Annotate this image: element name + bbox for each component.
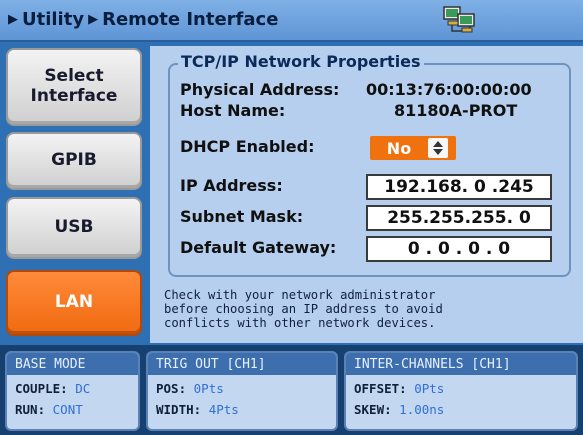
- base-mode-title: BASE MODE: [7, 353, 138, 375]
- couple-value: DC: [75, 381, 91, 396]
- dhcp-selector[interactable]: No: [370, 136, 456, 160]
- dhcp-value: No: [386, 138, 412, 158]
- couple-label: COUPLE:: [15, 381, 68, 396]
- group-title: TCP/IP Network Properties: [178, 52, 424, 71]
- help-note: Check with your network administrator be…: [164, 288, 576, 330]
- width-row: WIDTH: 4Pts: [148, 402, 336, 417]
- offset-value: 0Pts: [414, 381, 445, 396]
- default-gateway-label: Default Gateway:: [180, 238, 337, 257]
- host-name-label: Host Name:: [180, 101, 286, 120]
- gpib-button[interactable]: GPIB: [6, 132, 142, 190]
- help-note-line2: before choosing an IP address to avoid: [164, 302, 443, 316]
- trig-out-title: TRIG OUT [CH1]: [148, 353, 336, 375]
- triangle-right-icon: ▶: [88, 12, 99, 27]
- subnet-mask-label: Subnet Mask:: [180, 207, 304, 226]
- breadcrumb-item-utility[interactable]: Utility: [22, 9, 84, 30]
- width-label: WIDTH:: [156, 402, 202, 417]
- up-down-arrows-icon[interactable]: [428, 138, 448, 158]
- trig-out-box[interactable]: TRIG OUT [CH1] POS: 0Pts WIDTH: 4Pts: [146, 351, 338, 431]
- host-name-value: 81180A-PROT: [394, 101, 518, 120]
- physical-address-value: 00:13:76:00:00:00: [366, 80, 532, 99]
- inter-channels-title: INTER-CHANNELS [CH1]: [346, 353, 576, 375]
- help-note-line3: conflicts with other network devices.: [164, 316, 436, 330]
- help-note-line1: Check with your network administrator: [164, 288, 436, 302]
- physical-address-label: Physical Address:: [180, 80, 340, 99]
- offset-label: OFFSET:: [354, 381, 407, 396]
- select-interface-label-line1: Select: [44, 66, 104, 87]
- run-label: RUN:: [15, 402, 46, 417]
- select-interface-label-line2: Interface: [30, 86, 118, 106]
- dhcp-label: DHCP Enabled:: [180, 137, 315, 156]
- skew-value: 1.00ns: [399, 402, 445, 417]
- triangle-right-icon: ▶: [8, 12, 18, 27]
- usb-label: USB: [54, 217, 94, 238]
- run-row: RUN: CONT: [7, 402, 138, 417]
- default-gateway-field[interactable]: 0 . 0 . 0 . 0: [366, 236, 552, 262]
- inter-channels-box[interactable]: INTER-CHANNELS [CH1] OFFSET: 0Pts SKEW: …: [344, 351, 578, 431]
- width-value: 4Pts: [208, 402, 239, 417]
- title-bar: ▶ Utility ▶ Remote Interface: [0, 0, 583, 42]
- lan-button[interactable]: LAN: [6, 270, 142, 336]
- breadcrumb-item-remote-interface: Remote Interface: [102, 9, 279, 30]
- pos-row: POS: 0Pts: [148, 381, 336, 396]
- pos-value: 0Pts: [193, 381, 224, 396]
- breadcrumb: ▶ Utility ▶ Remote Interface: [8, 9, 278, 30]
- gpib-label: GPIB: [51, 150, 97, 171]
- network-computers-icon: [443, 6, 475, 33]
- ip-address-field[interactable]: 192.168. 0 .245: [366, 174, 552, 200]
- base-mode-box[interactable]: BASE MODE COUPLE: DC RUN: CONT: [5, 351, 140, 431]
- offset-row: OFFSET: 0Pts: [346, 381, 576, 396]
- lan-label: LAN: [54, 292, 94, 313]
- run-value: CONT: [52, 402, 83, 417]
- usb-button[interactable]: USB: [6, 197, 142, 259]
- skew-row: SKEW: 1.00ns: [346, 402, 576, 417]
- couple-row: COUPLE: DC: [7, 381, 138, 396]
- pos-label: POS:: [156, 381, 187, 396]
- select-interface-button[interactable]: Select Interface: [6, 48, 142, 126]
- skew-label: SKEW:: [354, 402, 392, 417]
- subnet-mask-field[interactable]: 255.255.255. 0: [366, 205, 552, 231]
- ip-address-label: IP Address:: [180, 176, 283, 195]
